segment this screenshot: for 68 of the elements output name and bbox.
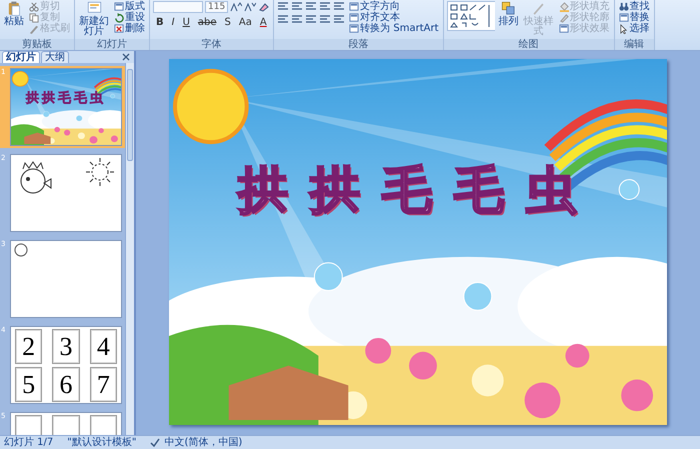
group-label: 字体	[150, 39, 274, 50]
layout-icon	[558, 24, 568, 34]
ribbon-button[interactable]: 排列	[498, 1, 520, 27]
group-label: 剪贴板	[0, 39, 74, 50]
number-card: 6	[52, 367, 80, 402]
pen-icon	[558, 12, 568, 22]
clear-format-icon[interactable]	[258, 2, 270, 12]
grow-font-icon[interactable]	[230, 2, 242, 12]
align-left-icon[interactable]	[277, 14, 290, 24]
cursor-icon	[618, 24, 628, 34]
ribbon-button[interactable]: 重设	[113, 12, 146, 23]
group-label: 绘图	[444, 39, 614, 50]
clipboard-icon	[6, 1, 22, 16]
panel-tab[interactable]: 大纲	[41, 51, 69, 63]
ribbon-button[interactable]: 删除	[113, 23, 146, 34]
layout-icon	[618, 12, 628, 22]
language: 中文(简体，中国)	[164, 436, 242, 448]
ribbon-button[interactable]: 粘贴	[3, 1, 25, 27]
shapes-gallery[interactable]	[446, 1, 494, 31]
copy-icon	[29, 12, 39, 22]
ribbon-button[interactable]: 版式	[113, 1, 146, 12]
group-label: 编辑	[614, 39, 654, 50]
format-button[interactable]: I	[168, 16, 178, 29]
reset-icon	[114, 12, 124, 22]
ribbon-button[interactable]: 转换为 SmartArt	[348, 23, 440, 34]
number-card: 3	[52, 329, 80, 364]
number-card: 4	[90, 329, 117, 364]
layout-icon	[349, 2, 360, 12]
theme-name: "默认设计模板"	[67, 436, 136, 448]
format-button[interactable]: S	[222, 16, 234, 29]
number-card: 5	[15, 367, 42, 402]
slide-count: 幻灯片 1/7	[4, 436, 54, 448]
sun-drawing	[85, 157, 115, 187]
panel-tab[interactable]: 幻灯片	[2, 51, 40, 63]
spell-check-icon[interactable]	[150, 438, 160, 448]
brush-icon	[531, 1, 546, 16]
format-button[interactable]: A	[256, 16, 270, 29]
ribbon-button[interactable]: 选择	[618, 23, 650, 34]
ribbon-button[interactable]: 对齐文本	[348, 12, 440, 23]
number-card: 7	[90, 367, 117, 402]
close-icon[interactable]	[122, 53, 130, 61]
slide-title: 拱拱毛毛虫	[24, 90, 107, 107]
scissors-icon	[29, 2, 39, 12]
group-label: 幻灯片	[75, 39, 149, 50]
brush-icon	[29, 24, 39, 34]
layout-icon	[349, 12, 360, 22]
ribbon-button[interactable]: 查找	[618, 1, 650, 12]
ribbon-button[interactable]: 文字方向	[348, 1, 440, 12]
font-size-field[interactable]: 115	[205, 1, 228, 13]
format-button[interactable]: abe	[194, 16, 220, 29]
ribbon-button[interactable]: 替换	[618, 12, 650, 23]
paint-bucket-icon	[558, 2, 568, 12]
circle-shape	[14, 243, 28, 257]
format-button[interactable]: Aa	[236, 16, 255, 29]
font-name-field[interactable]	[153, 1, 203, 13]
format-button[interactable]: U	[180, 16, 193, 29]
layout-icon	[114, 2, 124, 12]
number-card: 2	[15, 329, 42, 364]
format-button[interactable]: B	[153, 16, 167, 29]
delete-icon	[114, 24, 124, 34]
scrollbar[interactable]	[125, 63, 134, 435]
ribbon-button[interactable]: 新建幻灯片	[78, 1, 110, 37]
layout-icon	[349, 24, 360, 34]
binoculars-icon	[618, 2, 628, 12]
group-label: 段落	[274, 39, 442, 50]
slide-title: 拱拱毛毛虫	[236, 159, 599, 221]
shapes-icon	[501, 1, 516, 16]
shrink-font-icon[interactable]	[244, 2, 256, 12]
